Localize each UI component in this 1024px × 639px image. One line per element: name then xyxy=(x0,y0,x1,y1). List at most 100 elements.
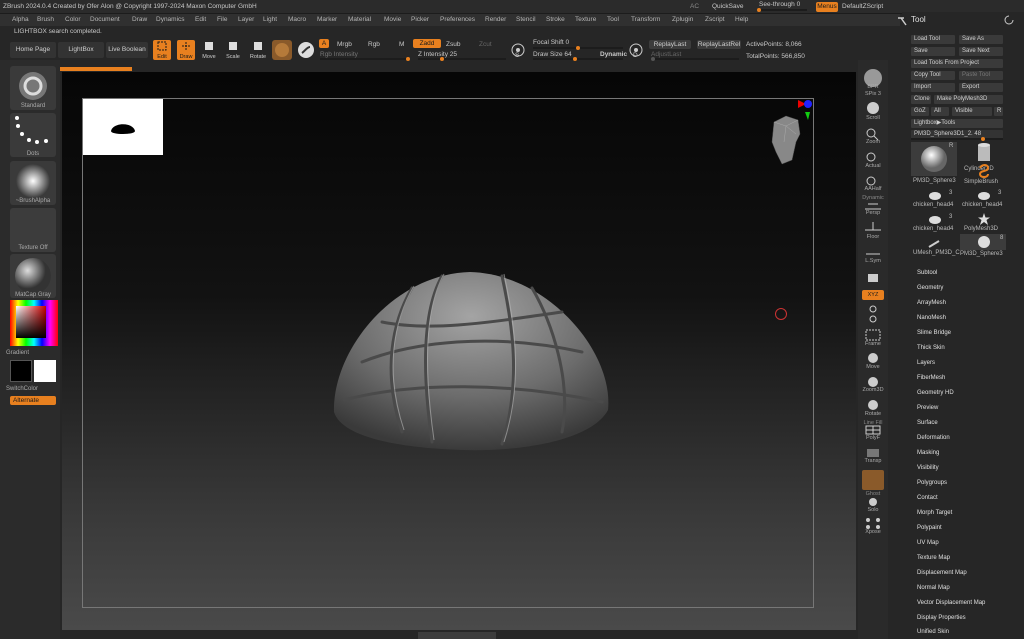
move-button[interactable]: Move xyxy=(200,40,218,60)
menus-toggle[interactable]: Menus xyxy=(816,2,838,12)
menu-render[interactable]: Render xyxy=(485,16,506,23)
gradient-label[interactable]: Gradient xyxy=(6,350,56,356)
alternate-toggle[interactable]: Alternate xyxy=(10,396,56,405)
load-from-project-button[interactable]: Load Tools From Project xyxy=(911,59,1003,68)
subpalette-slime-bridge[interactable]: Slime Bridge xyxy=(917,330,951,336)
navigator-thumbnail[interactable] xyxy=(83,99,163,155)
see-through-track[interactable] xyxy=(757,8,807,12)
lightbox-tools-button[interactable]: Lightbox▶Tools xyxy=(911,119,1003,128)
menu-macro[interactable]: Macro xyxy=(288,16,306,23)
subpalette-morph-target[interactable]: Morph Target xyxy=(917,510,952,516)
menu-tool[interactable]: Tool xyxy=(607,16,619,23)
a-toggle[interactable]: A xyxy=(319,39,329,48)
menu-stencil[interactable]: Stencil xyxy=(516,16,536,23)
main-color-swatch[interactable] xyxy=(10,360,32,382)
draw-size-slider[interactable]: Draw Size 64 xyxy=(533,51,572,58)
adjustlast-slider[interactable]: AdjustLast xyxy=(651,51,681,58)
rgb-intensity-track[interactable] xyxy=(320,57,410,61)
tool-thumb-8[interactable]: UMesh_PM3D_C xyxy=(911,237,960,261)
subpalette-surface[interactable]: Surface xyxy=(917,420,938,426)
zsub-toggle[interactable]: Zsub xyxy=(446,41,460,48)
subpalette-deformation[interactable]: Deformation xyxy=(917,435,950,441)
import-button[interactable]: Import xyxy=(911,83,955,92)
subpalette-polygroups[interactable]: Polygroups xyxy=(917,480,947,486)
lock-icon[interactable] xyxy=(862,268,884,288)
subpalette-texture-map[interactable]: Texture Map xyxy=(917,555,950,561)
subpalette-fibermesh[interactable]: FiberMesh xyxy=(917,375,945,381)
goz-button[interactable]: GoZ xyxy=(911,107,929,116)
export-button[interactable]: Export xyxy=(959,83,1003,92)
subpalette-masking[interactable]: Masking xyxy=(917,450,939,456)
material-swatch[interactable] xyxy=(272,40,292,60)
menu-stroke[interactable]: Stroke xyxy=(546,16,565,23)
subpalette-visibility[interactable]: Visibility xyxy=(917,465,939,471)
menu-light[interactable]: Light xyxy=(263,16,277,23)
all-button[interactable]: All xyxy=(931,107,949,116)
color-picker[interactable] xyxy=(10,300,58,346)
bottom-scroll-handle[interactable] xyxy=(418,632,496,639)
subpalette-geometry[interactable]: Geometry xyxy=(917,285,943,291)
tool-thumb-3[interactable]: SimpleBrush xyxy=(960,164,1008,188)
xyz-toggle[interactable]: XYZ xyxy=(862,290,884,300)
current-tool-track[interactable] xyxy=(911,137,1003,141)
subpalette-subtool[interactable]: Subtool xyxy=(917,270,937,276)
menu-zscript[interactable]: Zscript xyxy=(705,16,725,23)
menu-layer[interactable]: Layer xyxy=(238,16,254,23)
menu-edit[interactable]: Edit xyxy=(195,16,206,23)
viewport-canvas[interactable] xyxy=(62,72,856,630)
menu-picker[interactable]: Picker xyxy=(411,16,429,23)
menu-transform[interactable]: Transform xyxy=(631,16,660,23)
subpalette-layers[interactable]: Layers xyxy=(917,360,935,366)
focal-shift-slider[interactable]: Focal Shift 0 xyxy=(533,39,569,46)
mrgb-toggle[interactable]: Mrgb xyxy=(337,41,352,48)
switch-color-button[interactable]: SwitchColor xyxy=(6,386,56,392)
replay-icon[interactable]: D xyxy=(627,42,645,60)
polyf-icon[interactable] xyxy=(862,424,884,444)
subpalette-display-properties[interactable]: Display Properties xyxy=(917,615,966,621)
subpalette-unified-skin[interactable]: Unified Skin xyxy=(917,629,949,635)
draw-button[interactable]: Draw xyxy=(177,40,195,60)
subpalette-uv-map[interactable]: UV Map xyxy=(917,540,939,546)
menu-movie[interactable]: Movie xyxy=(384,16,401,23)
rgb-intensity-slider[interactable]: Rgb Intensity xyxy=(320,51,358,58)
tool-thumb-9[interactable]: 8 PM3D_Sphere3 xyxy=(960,234,1008,258)
rotate-button[interactable]: Rotate xyxy=(248,40,268,60)
save-next-button[interactable]: Save Next xyxy=(959,47,1003,56)
rgb-toggle[interactable]: Rgb xyxy=(368,41,380,48)
menu-preferences[interactable]: Preferences xyxy=(440,16,475,23)
transp-icon[interactable] xyxy=(862,447,884,467)
m-toggle[interactable]: M xyxy=(399,41,404,48)
tool-thumb-4[interactable]: 3 chicken_head4 xyxy=(911,189,959,213)
menu-draw[interactable]: Draw xyxy=(132,16,147,23)
draw-size-track[interactable] xyxy=(533,57,623,61)
default-zscript-button[interactable]: DefaultZScript xyxy=(842,3,883,10)
adjustlast-track[interactable] xyxy=(651,57,739,61)
ac-label[interactable]: AC xyxy=(690,3,699,10)
rotation-axis-icon[interactable] xyxy=(862,303,884,323)
focal-icon[interactable]: S xyxy=(509,42,527,60)
solo-icon[interactable] xyxy=(862,496,884,516)
zadd-toggle[interactable]: Zadd xyxy=(413,39,441,48)
see-through-slider[interactable]: See-through 0 xyxy=(759,1,800,8)
focal-shift-track[interactable] xyxy=(533,46,623,50)
subpalette-displacement-map[interactable]: Displacement Map xyxy=(917,570,967,576)
quicksave-button[interactable]: QuickSave xyxy=(712,3,743,10)
menu-document[interactable]: Document xyxy=(90,16,120,23)
color-square[interactable] xyxy=(16,306,46,338)
save-as-button[interactable]: Save As xyxy=(959,35,1003,44)
z-intensity-slider[interactable]: Z Intensity 25 xyxy=(418,51,457,58)
zoom3d-icon[interactable] xyxy=(862,376,884,396)
make-polymesh-button[interactable]: Make PolyMesh3D xyxy=(934,95,1003,104)
menu-texture[interactable]: Texture xyxy=(575,16,596,23)
replaylast-button[interactable]: ReplayLast xyxy=(649,40,691,49)
save-button[interactable]: Save xyxy=(911,47,955,56)
subpalette-geometry-hd[interactable]: Geometry HD xyxy=(917,390,954,396)
orientation-gizmo[interactable] xyxy=(762,100,812,180)
subpalette-normal-map[interactable]: Normal Map xyxy=(917,585,950,591)
tool-thumb-5[interactable]: 3 chicken_head4 xyxy=(960,189,1008,213)
home-page-tab[interactable]: Home Page xyxy=(10,42,56,58)
menu-zplugin[interactable]: Zplugin xyxy=(672,16,693,23)
menu-alpha[interactable]: Alpha xyxy=(12,16,29,23)
brush-mode-icon[interactable] xyxy=(296,40,316,60)
refresh-icon[interactable] xyxy=(1004,15,1014,25)
